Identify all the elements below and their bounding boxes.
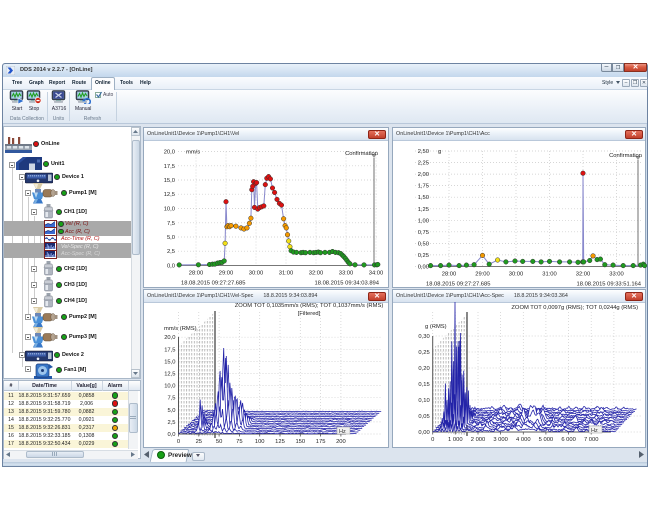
svg-text:g: g	[438, 149, 441, 155]
svg-text:18.08.2015 09:27:27.685: 18.08.2015 09:27:27.685	[181, 281, 245, 287]
svg-text:10,0: 10,0	[164, 384, 175, 390]
svg-text:100: 100	[255, 439, 265, 445]
svg-text:7,5: 7,5	[167, 396, 175, 402]
svg-text:175: 175	[316, 439, 326, 445]
svg-text:34:00: 34:00	[369, 271, 384, 277]
svg-text:150: 150	[295, 439, 305, 445]
svg-text:32:00: 32:00	[309, 271, 324, 277]
svg-text:0,30: 0,30	[418, 334, 429, 340]
svg-text:4 000: 4 000	[516, 437, 531, 443]
svg-text:mm/s: mm/s	[186, 150, 200, 156]
svg-text:17,5: 17,5	[164, 164, 175, 170]
svg-text:18.08.2015 09:27:27.685: 18.08.2015 09:27:27.685	[426, 282, 490, 288]
svg-text:0,00: 0,00	[418, 265, 429, 271]
svg-text:ZOOM TOT 0,1035mm/s (RMS); TOT: ZOOM TOT 0,1035mm/s (RMS); TOT 0,1037mm/…	[235, 303, 384, 309]
svg-text:2,50: 2,50	[418, 149, 429, 155]
svg-text:30:00: 30:00	[249, 271, 264, 277]
svg-text:12,5: 12,5	[164, 372, 175, 378]
svg-text:0,0: 0,0	[167, 264, 175, 270]
svg-text:50: 50	[216, 439, 222, 445]
svg-text:g (RMS): g (RMS)	[425, 324, 447, 330]
svg-text:0: 0	[177, 439, 180, 445]
svg-text:1,25: 1,25	[418, 207, 429, 213]
svg-text:29:00: 29:00	[475, 272, 490, 278]
svg-text:25: 25	[196, 439, 202, 445]
svg-text:200: 200	[336, 439, 346, 445]
svg-text:2 000: 2 000	[471, 437, 486, 443]
svg-text:0,50: 0,50	[418, 241, 429, 247]
svg-text:0,25: 0,25	[418, 253, 429, 259]
svg-text:32:00: 32:00	[576, 272, 591, 278]
svg-text:1,00: 1,00	[418, 218, 429, 224]
svg-text:31:00: 31:00	[279, 271, 294, 277]
svg-text:10,0: 10,0	[164, 207, 175, 213]
svg-text:15,0: 15,0	[164, 178, 175, 184]
svg-text:33:00: 33:00	[609, 272, 624, 278]
svg-text:3 000: 3 000	[493, 437, 508, 443]
svg-text:Hz: Hz	[339, 429, 346, 435]
svg-text:28:00: 28:00	[442, 272, 457, 278]
svg-text:7 000: 7 000	[584, 437, 599, 443]
svg-text:0,10: 0,10	[418, 398, 429, 404]
svg-text:0,25: 0,25	[418, 350, 429, 356]
svg-text:33:00: 33:00	[339, 271, 354, 277]
svg-text:2,00: 2,00	[418, 172, 429, 178]
svg-text:Confirmation: Confirmation	[345, 151, 378, 157]
svg-text:mm/s (RMS): mm/s (RMS)	[164, 326, 197, 332]
svg-text:20,0: 20,0	[164, 335, 175, 341]
svg-text:0,20: 0,20	[418, 366, 429, 372]
svg-text:28:00: 28:00	[189, 271, 204, 277]
svg-text:2,5: 2,5	[167, 249, 175, 255]
svg-text:0,0: 0,0	[167, 432, 175, 438]
svg-text:29:00: 29:00	[219, 271, 234, 277]
svg-text:0,15: 0,15	[418, 382, 429, 388]
svg-text:5,0: 5,0	[167, 235, 175, 241]
svg-text:30:00: 30:00	[509, 272, 524, 278]
svg-text:31:00: 31:00	[542, 272, 557, 278]
svg-text:18.08.2015 09:34:03.894: 18.08.2015 09:34:03.894	[315, 281, 380, 287]
svg-text:5,0: 5,0	[167, 408, 175, 414]
svg-text:Confirmation: Confirmation	[609, 153, 642, 159]
svg-text:5 000: 5 000	[539, 437, 554, 443]
svg-text:0,75: 0,75	[418, 230, 429, 236]
svg-text:0,00: 0,00	[418, 430, 429, 436]
svg-text:ZOOM TOT 0,0097g (RMS); TOT 0,: ZOOM TOT 0,0097g (RMS); TOT 0,0244g (RMS…	[511, 305, 638, 311]
svg-text:2,25: 2,25	[418, 161, 429, 167]
svg-text:75: 75	[236, 439, 242, 445]
svg-text:2,5: 2,5	[167, 420, 175, 426]
svg-text:0,05: 0,05	[418, 414, 429, 420]
svg-text:15,0: 15,0	[164, 359, 175, 365]
svg-text:1 000: 1 000	[448, 437, 463, 443]
svg-text:12,5: 12,5	[164, 192, 175, 198]
svg-text:18.08.2015 09:33:51.164: 18.08.2015 09:33:51.164	[577, 282, 642, 288]
svg-text:[Filtered]: [Filtered]	[298, 311, 321, 317]
svg-text:17,5: 17,5	[164, 347, 175, 353]
svg-text:20,0: 20,0	[164, 150, 175, 156]
svg-text:Hz: Hz	[591, 428, 598, 434]
svg-text:1,75: 1,75	[418, 184, 429, 190]
svg-text:7,5: 7,5	[167, 221, 175, 227]
svg-text:0: 0	[431, 437, 434, 443]
svg-text:1,50: 1,50	[418, 195, 429, 201]
svg-text:6 000: 6 000	[561, 437, 576, 443]
svg-text:125: 125	[275, 439, 285, 445]
